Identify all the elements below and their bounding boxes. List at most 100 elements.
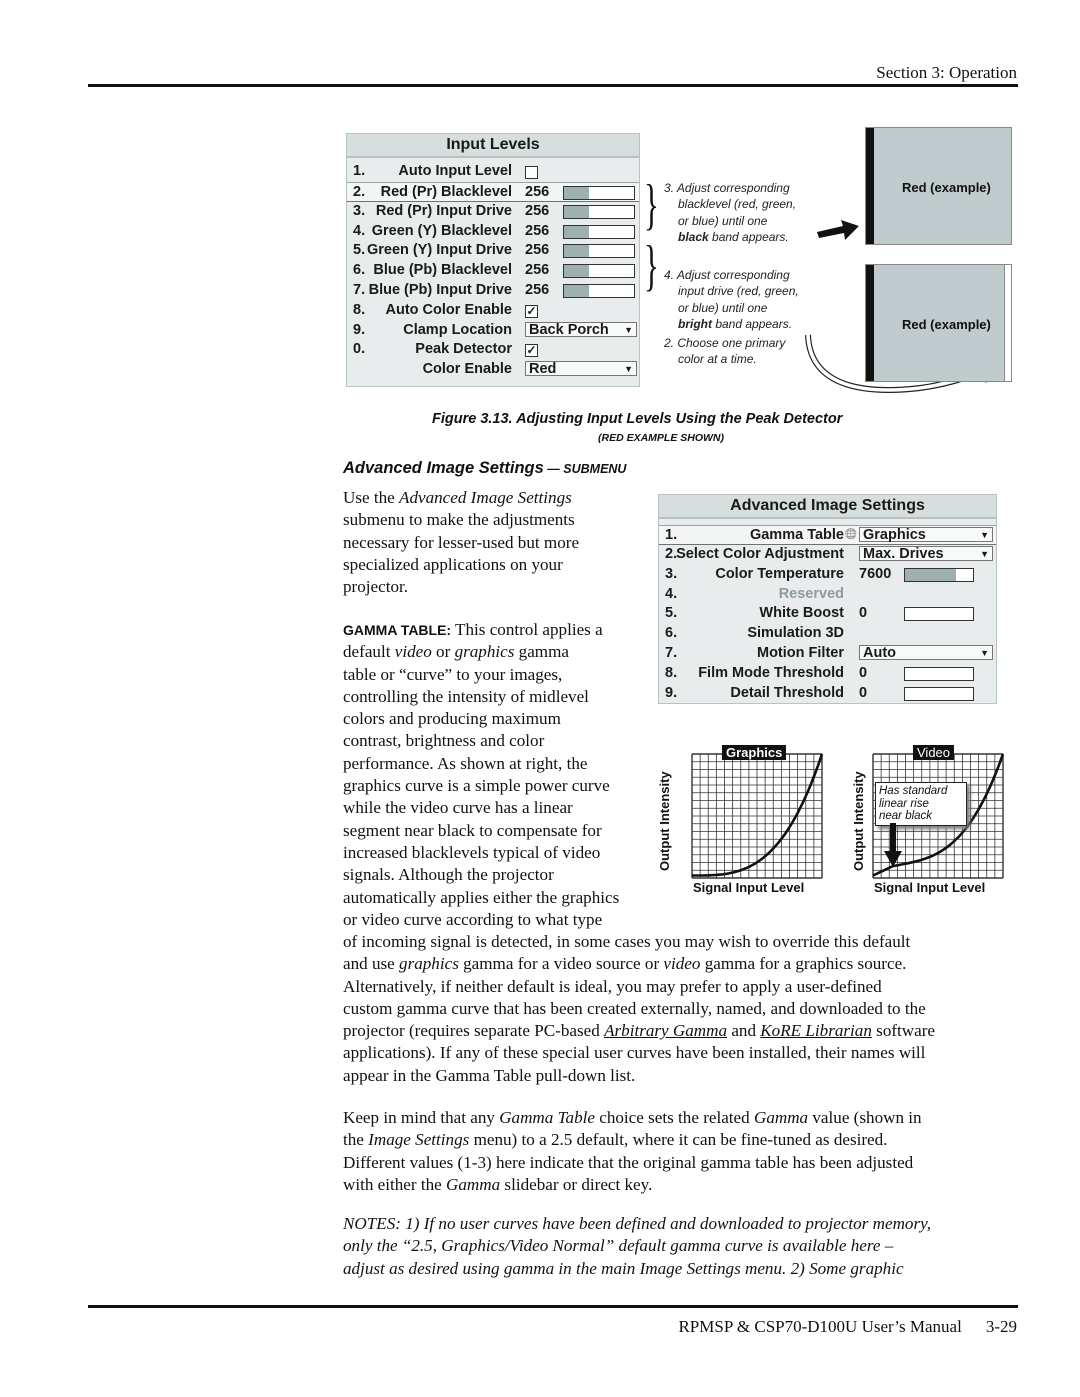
dropdown-value: Max. Drives [863,546,944,562]
row-value: 256 [525,202,550,219]
row-number: 9. [665,684,678,701]
row-number: 1. [353,163,366,179]
row-number: 5. [353,242,366,259]
text: or [431,642,455,662]
row-label: Motion Filter [757,644,844,661]
input-levels-menu: Input Levels 1. Auto Input Level 2. Red (Pr… [346,133,640,387]
note-text: band appears. [708,229,789,244]
dropdown-value: Graphics [863,527,926,543]
slider[interactable] [563,244,635,259]
row-value: 256 [525,222,550,239]
callout-line: Has standard [879,785,948,797]
menu-row[interactable]: 7. Motion Filter Auto ▼ [659,644,996,664]
slider[interactable] [904,607,974,622]
checkbox[interactable]: ✓ [525,304,538,318]
text-line: the Image Settings menu) to a 2.5 defaul… [343,1129,1023,1151]
menu-row[interactable]: Color Enable Red ▼ [347,360,639,380]
text-line: colors and producing maximum [343,709,561,729]
header-rule [88,84,1018,87]
note-line: 3. Adjust corresponding [664,181,790,195]
row-value: 0 [859,684,868,701]
text-line: table or “curve” to your images, [343,664,563,684]
menu-row[interactable]: 4. Green (Y) Blacklevel 256 [347,222,639,242]
row-number: 6. [353,262,366,279]
text-line: NOTES: 1) If no user curves have been de… [343,1214,932,1233]
text: menu) to a 2.5 default, where it can be … [469,1130,888,1150]
gamma-graph-graphics: Graphics Output Intensity Signal Input L… [655,745,835,900]
row-label: White Boost [759,605,844,622]
note-line: 4. Adjust corresponding [664,268,790,282]
menu-row[interactable]: 8. Auto Color Enable ✓ [347,301,639,321]
dropdown[interactable]: Auto ▼ [859,644,993,660]
slider[interactable] [904,666,974,681]
menu-row[interactable]: 1. Gamma Table 🌐 Graphics ▼ [659,525,996,545]
arrow-down-icon [884,823,902,867]
text-line: custom gamma curve that has been created… [343,998,926,1018]
slider[interactable] [904,686,974,701]
menu-row[interactable]: 5. White Boost 0 [659,604,996,624]
menu-row[interactable]: 5. Green (Y) Input Drive 256 [347,241,639,261]
y-axis-label: Output Intensity [851,771,866,871]
row-number: 6. [665,625,678,642]
row-label: Clamp Location [403,321,512,338]
text-line: submenu to make the adjustments [343,510,575,530]
text-line: graphics curve is a simple power curve [343,776,610,796]
slider[interactable] [563,185,635,200]
link-kore-librarian[interactable]: KoRE Librarian [760,1021,872,1040]
dropdown[interactable]: Graphics ▼ [859,527,993,543]
chevron-down-icon: ▼ [624,364,633,375]
menu-row[interactable]: 6. Blue (Pb) Blacklevel 256 [347,261,639,281]
text-line: Use the Advanced Image Settings [343,487,579,509]
menu-row[interactable]: 0. Peak Detector ✓ [347,340,639,360]
dropdown[interactable]: Red ▼ [525,361,637,377]
slider[interactable] [563,264,635,279]
menu-row[interactable]: 3. Red (Pr) Input Drive 256 [347,202,639,222]
red-example-bright-band: Red (example) [865,264,1012,382]
menu-row[interactable]: 1. Auto Input Level [347,162,639,182]
menu-row[interactable]: 2. Select Color Adjustment Max. Drives ▼ [659,545,996,565]
text: slidebar or direct key. [500,1174,653,1194]
row-number: 4. [353,222,366,239]
text-italic: Gamma Table [499,1108,595,1127]
row-value: 0 [859,664,868,681]
menu-row[interactable]: 9. Clamp Location Back Porch ▼ [347,321,639,341]
graph-callout: Has standard linear rise near black [875,782,967,826]
heading-dash: — [543,462,564,476]
slider[interactable] [563,224,635,239]
dropdown[interactable]: Max. Drives ▼ [859,546,993,562]
text-line: or video curve according to what type [343,909,603,929]
menu-row[interactable]: 3. Color Temperature 7600 [659,565,996,585]
row-label: Reserved [778,585,844,602]
red-example-black-band: Red (example) [865,127,1012,245]
chevron-down-icon: ▼ [624,324,633,335]
text-line: adjust as desired using gamma in the mai… [343,1258,904,1278]
text-line: segment near black to compensate for [343,820,602,840]
row-number: 7. [665,644,678,661]
slider-fill [564,225,589,238]
menu-row[interactable]: 7. Blue (Pb) Input Drive 256 [347,281,639,301]
text-line: GAMMA TABLE: This control applies a [343,619,663,641]
keep-in-mind-paragraph: Keep in mind that any Gamma Table choice… [343,1107,1023,1196]
slider[interactable] [904,567,974,582]
row-number: 7. [353,281,366,298]
checkbox[interactable] [525,166,538,179]
text: This control applies a [451,620,603,639]
slider[interactable] [563,204,635,219]
link-arbitrary-gamma[interactable]: Arbitrary Gamma [604,1021,727,1040]
row-number: 1. [665,527,678,543]
example-label: Red (example) [902,317,991,332]
black-band [866,128,874,244]
note-emphasis: black [678,229,709,244]
menu-row[interactable]: 8. Film Mode Threshold 0 [659,664,996,684]
menu-row[interactable]: 6. Simulation 3D [659,624,996,644]
slider[interactable] [563,283,635,298]
notes-paragraph: NOTES: 1) If no user curves have been de… [343,1213,1033,1280]
dropdown[interactable]: Back Porch ▼ [525,321,637,337]
menu-row[interactable]: 2. Red (Pr) Blacklevel 256 [347,181,639,202]
menu-row[interactable]: 4. Reserved [659,585,996,605]
menu-row[interactable]: 9. Detail Threshold 0 [659,684,996,704]
checkbox[interactable]: ✓ [525,344,538,358]
text-line: necessary for lesser-used but more [343,532,580,552]
row-number: 3. [665,565,678,582]
row-label: Green (Y) Blacklevel [371,222,512,239]
